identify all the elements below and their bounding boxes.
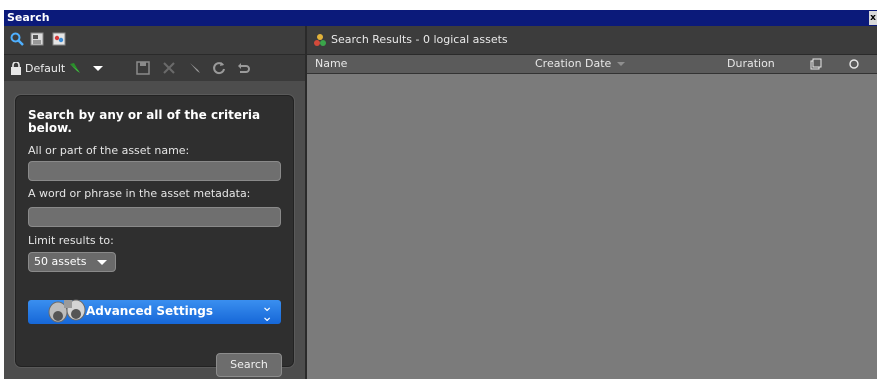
lock-icon	[11, 61, 21, 75]
preset-label: Default	[25, 61, 66, 75]
advanced-settings-toggle[interactable]: Advanced Settings ⌄ ⌄	[28, 299, 281, 325]
advanced-settings-label: Advanced Settings	[86, 304, 214, 318]
undo-icon[interactable]	[235, 60, 251, 76]
limit-label: Limit results to:	[28, 234, 114, 247]
criteria-heading: Search by any or all of the criteria bel…	[28, 108, 261, 135]
asset-name-input[interactable]	[28, 161, 281, 181]
sort-arrow-icon	[617, 62, 626, 66]
pin-icon	[70, 63, 81, 73]
pin-icon[interactable]	[187, 60, 203, 76]
status-circle-icon[interactable]	[848, 58, 860, 70]
double-chevron-down-icon: ⌄ ⌄	[261, 299, 273, 325]
delete-icon[interactable]	[161, 60, 177, 76]
refresh-icon[interactable]	[211, 60, 227, 76]
search-criteria-panel: Search by any or all of the criteria bel…	[14, 94, 295, 368]
search-tabs-bar	[4, 26, 305, 55]
window-title: Search	[7, 11, 50, 24]
close-button[interactable]: x	[869, 11, 877, 25]
column-duration[interactable]: Duration	[727, 57, 775, 70]
asset-name-label: All or part of the asset name:	[28, 144, 190, 157]
column-creation-date[interactable]: Creation Date	[535, 57, 626, 70]
preset-toolbar: Default	[4, 55, 305, 81]
results-column-header: Name Creation Date Duration	[307, 55, 877, 74]
save-icon[interactable]	[135, 60, 151, 76]
preset-selector[interactable]: Default	[10, 60, 104, 76]
search-button[interactable]: Search	[216, 353, 282, 377]
search-icon[interactable]	[10, 32, 24, 46]
logical-assets-icon	[314, 34, 326, 46]
results-header: Search Results - 0 logical assets	[307, 26, 877, 55]
chevron-down-icon	[93, 65, 104, 71]
image-browser-icon[interactable]	[52, 32, 66, 46]
asset-list-icon[interactable]	[30, 32, 44, 46]
metadata-label: A word or phrase in the asset metadata:	[28, 187, 251, 200]
column-name[interactable]: Name	[315, 57, 347, 70]
search-panel: Default Search by any or all of the crit…	[4, 26, 305, 379]
limit-select[interactable]: 50 assets	[28, 252, 116, 272]
column-chooser-icon[interactable]	[810, 58, 822, 70]
search-window: Search x Default Search by any or all of…	[0, 0, 879, 379]
results-title: Search Results - 0 logical assets	[331, 33, 508, 46]
metadata-input[interactable]	[28, 207, 281, 227]
limit-value: 50 assets	[34, 255, 87, 268]
search-results-panel: Search Results - 0 logical assets Name C…	[305, 26, 877, 379]
column-creation-date-label: Creation Date	[535, 57, 612, 70]
window-title-bar: Search x	[4, 10, 877, 26]
chevron-down-icon	[97, 260, 107, 265]
